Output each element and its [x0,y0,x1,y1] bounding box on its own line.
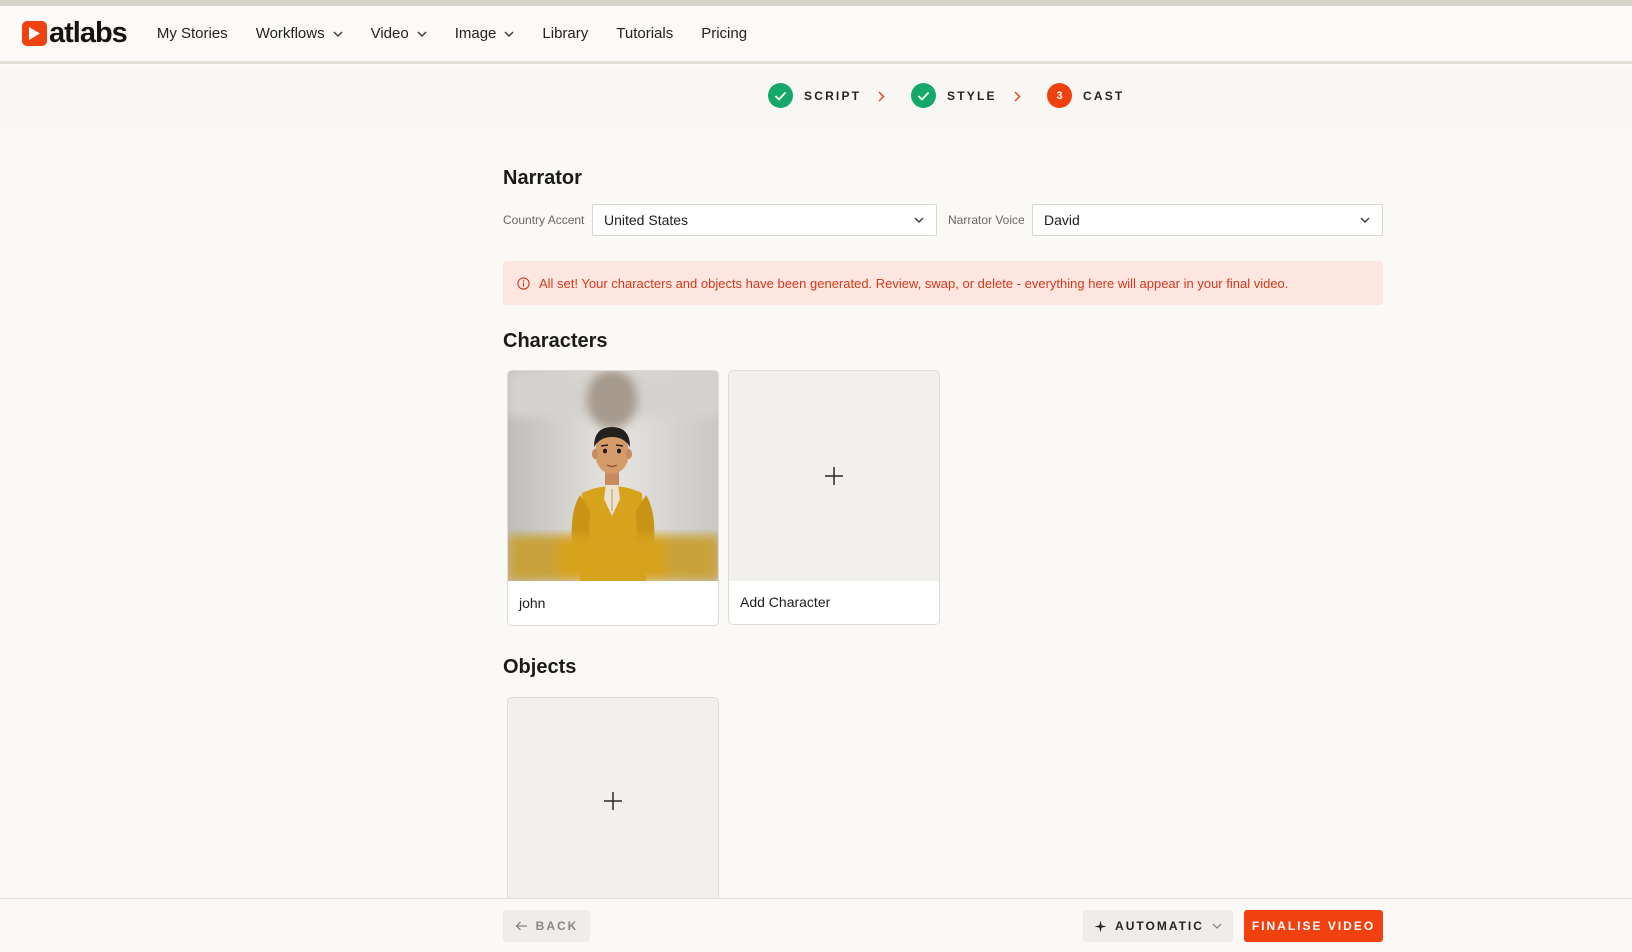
nav-pricing[interactable]: Pricing [701,25,747,42]
select-value: United States [604,212,689,228]
step-style[interactable]: STYLE [911,83,997,108]
chevron-down-icon [914,217,924,223]
nav-library[interactable]: Library [542,25,588,42]
progress-stepper: SCRIPT STYLE 3 CAST [0,67,1632,127]
nav-my-stories[interactable]: My Stories [157,25,228,42]
add-character-card[interactable]: Add Character [728,370,940,625]
plus-icon [603,791,623,811]
step-label: SCRIPT [804,88,862,103]
step-label: STYLE [947,88,997,103]
footer-action-bar: BACK AUTOMATIC FINALISE VIDEO [0,898,1632,952]
finalise-video-button[interactable]: FINALISE VIDEO [1244,910,1383,942]
back-button[interactable]: BACK [503,910,590,942]
check-icon [768,83,793,108]
add-object-area [508,698,718,902]
plus-icon [824,466,844,486]
add-character-area [729,371,939,581]
nav-image[interactable]: Image [455,25,515,42]
play-logo-icon [22,21,47,46]
chevron-right-icon [878,91,885,102]
step-script[interactable]: SCRIPT [768,83,861,108]
chevron-right-icon [1014,91,1021,102]
character-name: john [519,595,546,611]
nav-label: Tutorials [616,25,674,42]
nav-label: My Stories [156,25,228,42]
back-label: BACK [535,919,579,933]
narrator-voice-select[interactable]: David [1032,204,1383,236]
narrator-voice-label: Narrator Voice [948,213,1025,227]
chevron-down-icon [504,31,514,37]
country-accent-label: Country Accent [503,213,585,227]
nav-label: Pricing [701,25,748,42]
characters-heading: Characters [503,330,608,352]
nav-label: Workflows [255,25,325,42]
character-card-john[interactable]: john [507,370,719,626]
automatic-mode-dropdown[interactable]: AUTOMATIC [1083,910,1233,942]
mode-label: AUTOMATIC [1115,919,1204,933]
nav-label: Video [370,25,409,42]
nav-video[interactable]: Video [371,25,427,42]
nav-label: Image [454,25,497,42]
character-portrait [508,371,718,581]
add-object-card[interactable] [507,697,719,902]
info-icon [517,276,530,290]
select-value: David [1044,212,1080,228]
sparkle-icon [1094,920,1107,933]
nav-workflows[interactable]: Workflows [256,25,343,42]
step-label: CAST [1083,88,1125,103]
logo-text: atlabs [49,17,128,49]
objects-heading: Objects [503,656,577,678]
chevron-down-icon [333,31,343,37]
top-navbar: atlabs My Stories Workflows Video Image … [0,6,1632,64]
chevron-down-icon [417,31,427,37]
chevron-down-icon [1212,923,1222,929]
country-accent-select[interactable]: United States [592,204,937,236]
atlabs-logo[interactable]: atlabs [22,17,128,49]
chevron-down-icon [1360,217,1370,223]
generated-alert: All set! Your characters and objects hav… [503,261,1383,305]
nav-label: Library [542,25,589,42]
narrator-heading: Narrator [503,167,582,189]
alert-text: All set! Your characters and objects hav… [539,275,1289,291]
step-number: 3 [1047,83,1072,108]
check-icon [911,83,936,108]
add-character-label: Add Character [740,594,831,610]
nav-tutorials[interactable]: Tutorials [616,25,673,42]
step-cast[interactable]: 3 CAST [1047,83,1124,108]
arrow-left-icon [515,921,527,931]
